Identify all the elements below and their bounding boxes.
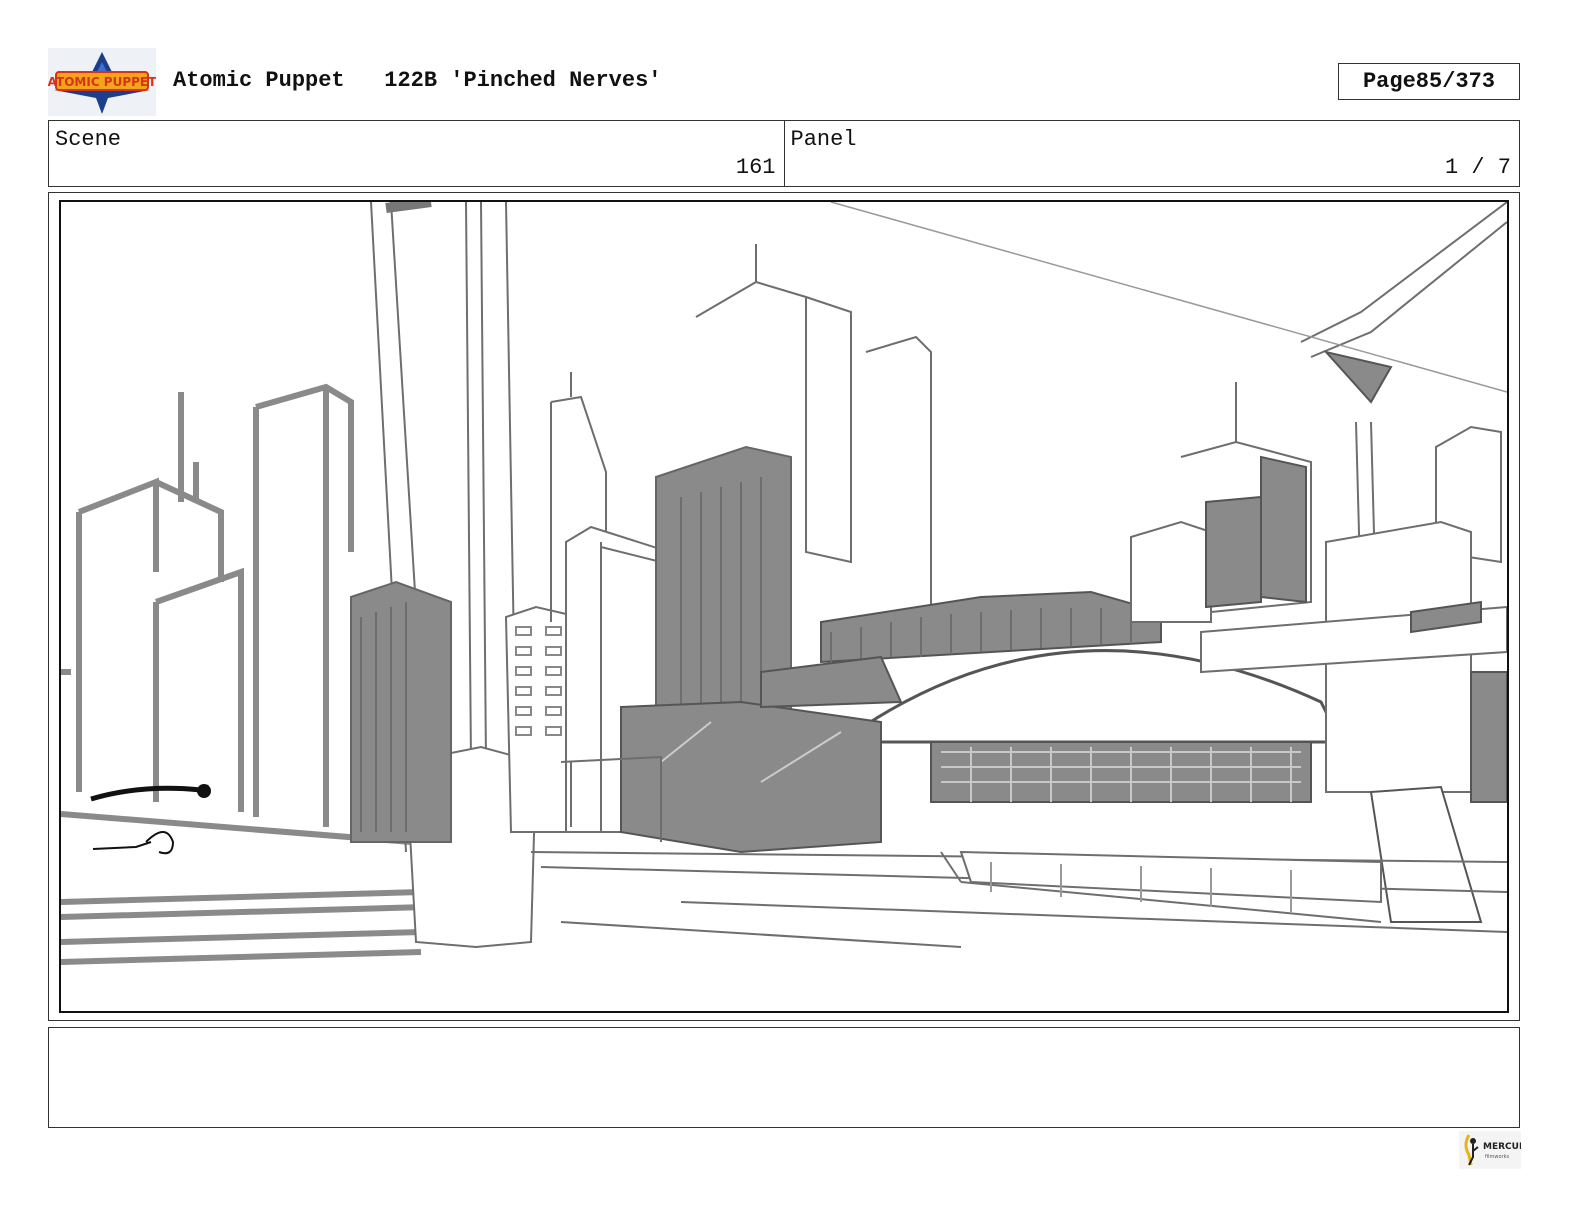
- panel-label: Panel: [790, 127, 857, 152]
- panel-frame: [48, 192, 1520, 1021]
- mercury-filmworks-logo-icon: MERCURY filmworks: [1459, 1131, 1532, 1169]
- svg-text:ATOMIC PUPPET: ATOMIC PUPPET: [48, 75, 156, 89]
- scene-label: Scene: [55, 127, 122, 152]
- show-logo: ATOMIC PUPPET: [48, 48, 157, 116]
- svg-text:MERCURY: MERCURY: [1483, 1142, 1521, 1152]
- scene-panel-row: Scene 161 Panel 1 / 7: [48, 120, 1520, 187]
- panel-notes-box: [48, 1027, 1520, 1128]
- storyboard-panel-image: [59, 200, 1509, 1013]
- page-label: Page: [1362, 69, 1416, 94]
- episode-title: 122B 'Pinched Nerves': [384, 68, 662, 93]
- show-title: Atomic Puppet: [173, 68, 345, 93]
- panel-number: 1 / 7: [1444, 155, 1511, 180]
- city-skyline-sketch-icon: [61, 202, 1507, 965]
- svg-text:filmworks: filmworks: [1485, 1154, 1510, 1160]
- scene-number: 161: [735, 155, 776, 180]
- panel-cell: Panel 1 / 7: [783, 121, 1520, 186]
- header-title: Atomic Puppet 122B 'Pinched Nerves': [173, 68, 662, 93]
- page-number: 85/373: [1415, 69, 1496, 94]
- scene-cell: Scene 161: [49, 121, 784, 186]
- page-indicator: Page 85/373: [1338, 63, 1520, 100]
